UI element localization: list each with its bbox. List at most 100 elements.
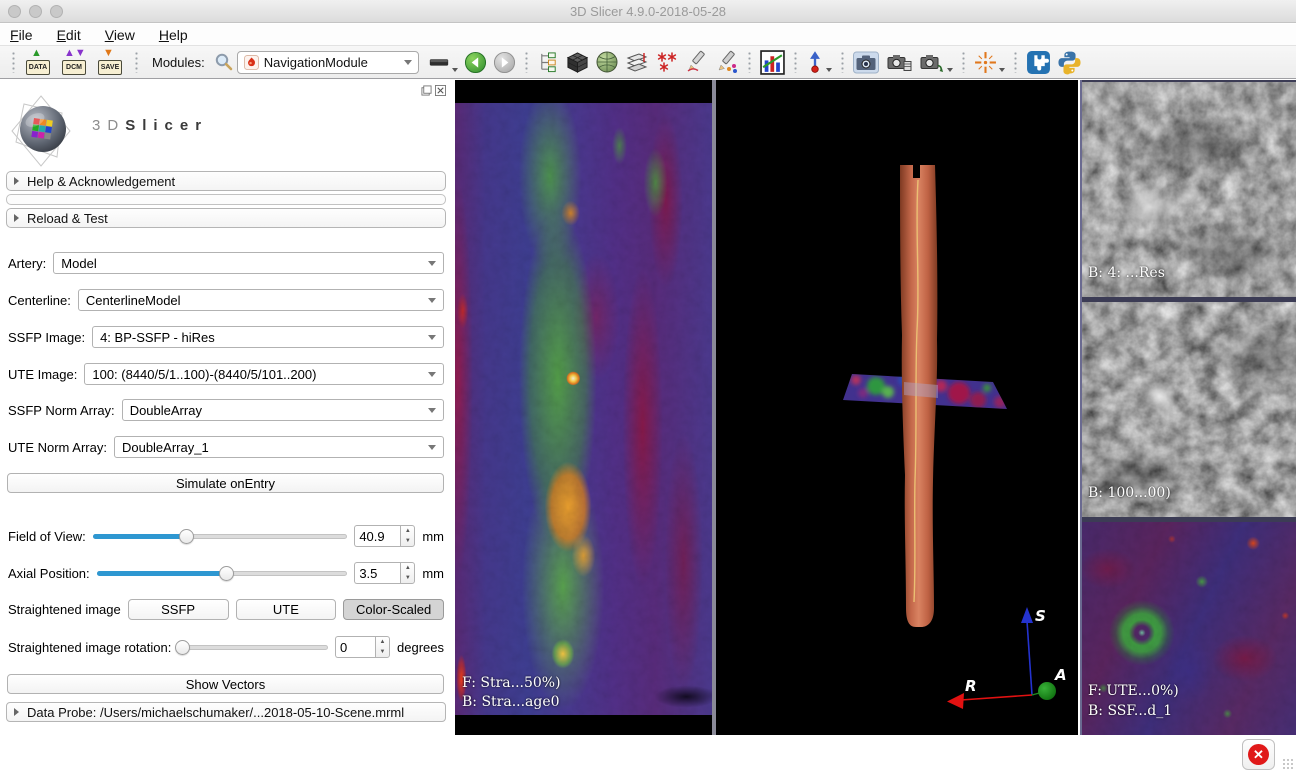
- axis-s-arrow: [1021, 607, 1033, 623]
- axial-position-spinbox[interactable]: ▲▼: [354, 562, 415, 584]
- slider-handle[interactable]: [219, 566, 234, 581]
- collapse-arrow-icon: [14, 214, 19, 222]
- scene-view-button[interactable]: [885, 48, 912, 76]
- menu-edit[interactable]: Edit: [57, 27, 81, 43]
- module-hierarchy-button[interactable]: [537, 48, 560, 76]
- straightened-image-label: Straightened image: [8, 602, 121, 617]
- spin-down-icon[interactable]: ▼: [376, 647, 389, 657]
- background-label: B: 100...00): [1088, 483, 1171, 503]
- charts-button[interactable]: [760, 48, 785, 76]
- purple-arrows-icon: ▲▼: [64, 48, 86, 59]
- module-selector-combobox[interactable]: NavigationModule: [237, 51, 419, 74]
- ute-norm-array-combobox[interactable]: DoubleArray_1: [114, 436, 444, 458]
- ute-slice-view[interactable]: B: 100...00): [1082, 302, 1296, 517]
- slice-corner-annotations: B: 100...00): [1088, 483, 1171, 503]
- data-cube-button[interactable]: [566, 48, 589, 76]
- axis-s-label: S: [1035, 607, 1046, 625]
- axial-position-slider[interactable]: [97, 563, 348, 583]
- markups-button[interactable]: [655, 48, 679, 76]
- field-of-view-value[interactable]: [354, 525, 400, 547]
- menu-help[interactable]: Help: [159, 27, 188, 43]
- show-vectors-button[interactable]: Show Vectors: [7, 674, 444, 694]
- chevron-down-icon: [428, 408, 436, 413]
- layout-selector-button[interactable]: [428, 48, 458, 76]
- toolbar-drag-handle[interactable]: [840, 51, 845, 73]
- slider-handle[interactable]: [179, 529, 194, 544]
- module-history-back-button[interactable]: [464, 48, 487, 76]
- simulate-onentry-button[interactable]: Simulate onEntry: [7, 473, 444, 493]
- straightened-slice-view[interactable]: F: Stra...50%) B: Stra...age0: [455, 80, 712, 735]
- spin-down-icon[interactable]: ▼: [401, 536, 414, 546]
- spin-up-icon[interactable]: ▲: [401, 563, 414, 573]
- python-interactor-button[interactable]: [1057, 48, 1082, 76]
- help-acknowledgement-section[interactable]: Help & Acknowledgement: [6, 171, 446, 191]
- ssfp-image-combobox[interactable]: 4: BP-SSFP - hiRes: [92, 326, 444, 348]
- collapsed-splitter[interactable]: [6, 194, 446, 205]
- window-title: 3D Slicer 4.9.0-2018-05-28: [0, 4, 1296, 19]
- ssfp-button[interactable]: SSFP: [128, 599, 229, 620]
- title-bar: 3D Slicer 4.9.0-2018-05-28: [0, 0, 1296, 23]
- threed-scene: S R A: [716, 80, 1078, 735]
- field-of-view-spinbox[interactable]: ▲▼: [354, 525, 415, 547]
- spin-up-icon[interactable]: ▲: [376, 637, 389, 647]
- field-of-view-slider[interactable]: [93, 526, 348, 546]
- reload-test-section[interactable]: Reload & Test: [6, 208, 446, 228]
- undock-panel-icon[interactable]: [421, 85, 432, 96]
- background-label: B: SSF...d_1: [1088, 701, 1179, 721]
- slider-handle[interactable]: [175, 640, 190, 655]
- slices-button[interactable]: [625, 48, 649, 76]
- toolbar-drag-handle[interactable]: [961, 51, 966, 73]
- crosshair-button[interactable]: [974, 48, 1005, 76]
- chevron-down-icon: [404, 60, 412, 65]
- threed-view[interactable]: S R A: [716, 80, 1078, 735]
- color-slice-view[interactable]: F: UTE...0%) B: SSF...d_1: [1082, 522, 1296, 735]
- crosshair-icon: [974, 51, 997, 74]
- ute-button[interactable]: UTE: [236, 599, 337, 620]
- load-dicom-button[interactable]: ▲▼ DCM: [61, 48, 89, 76]
- load-data-button[interactable]: ▲ DATA: [25, 48, 53, 76]
- module-history-forward-button[interactable]: [493, 48, 516, 76]
- rotation-spinbox[interactable]: ▲▼: [335, 636, 390, 658]
- rotation-value[interactable]: [335, 636, 375, 658]
- toolbar-drag-handle[interactable]: [11, 51, 16, 73]
- toolbar-drag-handle[interactable]: [524, 51, 529, 73]
- ssfp-slice-view[interactable]: B: 4: ...Res: [1082, 82, 1296, 297]
- save-scene-button[interactable]: ▼ SAVE: [97, 48, 125, 76]
- artery-combobox[interactable]: Model: [53, 252, 444, 274]
- module-search-button[interactable]: [214, 48, 234, 76]
- search-icon: [214, 52, 234, 72]
- toolbar-drag-handle[interactable]: [793, 51, 798, 73]
- ssfp-norm-array-combobox[interactable]: DoubleArray: [122, 399, 444, 421]
- error-log-button[interactable]: ✕: [1242, 739, 1275, 770]
- scene-view-restore-button[interactable]: [918, 48, 953, 76]
- toolbar-drag-handle[interactable]: [747, 51, 752, 73]
- annotations-button[interactable]: [685, 48, 709, 76]
- axis-r-line: [961, 695, 1032, 700]
- menu-file[interactable]: File: [10, 27, 33, 43]
- resize-grip[interactable]: [1282, 758, 1294, 770]
- centerline-combobox[interactable]: CenterlineModel: [78, 289, 444, 311]
- camera-icon: [853, 51, 879, 74]
- close-panel-icon[interactable]: [435, 85, 446, 96]
- menu-view[interactable]: View: [105, 27, 135, 43]
- ute-image-combobox[interactable]: 100: (8440/5/1..100)-(8440/5/101..200): [84, 363, 444, 385]
- transforms-button[interactable]: [806, 48, 832, 76]
- ssfp-image-label: SSFP Image:: [8, 330, 85, 345]
- editor-button[interactable]: [715, 48, 739, 76]
- green-sphere-icon: [595, 50, 619, 74]
- spin-up-icon[interactable]: ▲: [401, 526, 414, 536]
- data-probe-section[interactable]: Data Probe: /Users/michaelschumaker/...2…: [6, 702, 446, 722]
- ute-image-label: UTE Image:: [8, 367, 77, 382]
- axial-position-value[interactable]: [354, 562, 400, 584]
- extensions-manager-button[interactable]: [1026, 48, 1051, 76]
- toolbar-drag-handle[interactable]: [1013, 51, 1018, 73]
- chevron-down-icon: [428, 445, 436, 450]
- color-scaled-button[interactable]: Color-Scaled: [343, 599, 444, 620]
- screenshot-button[interactable]: [853, 48, 879, 76]
- field-of-view-unit: mm: [422, 529, 444, 544]
- spin-down-icon[interactable]: ▼: [401, 573, 414, 583]
- bar-chart-icon: [760, 50, 785, 75]
- volume-rendering-button[interactable]: [595, 48, 619, 76]
- toolbar-drag-handle[interactable]: [134, 51, 139, 73]
- rotation-slider[interactable]: [178, 637, 328, 657]
